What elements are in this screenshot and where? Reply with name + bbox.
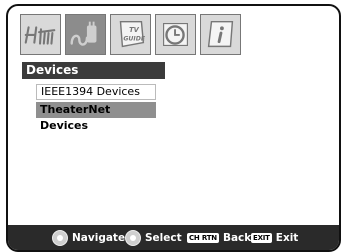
footer-bar: Navigate Select CH RTN Back EXIT Exit — [8, 225, 339, 250]
svg-text:GUIDE: GUIDE — [123, 36, 145, 43]
menu-tabs: TV GUIDE — [12, 10, 335, 60]
tab-info[interactable] — [200, 14, 241, 55]
tab-tv-guide[interactable]: TV GUIDE — [110, 14, 151, 55]
select-label: Select — [145, 231, 182, 244]
svg-text:TV: TV — [129, 26, 140, 34]
navigate-button-icon — [52, 229, 68, 246]
clock-icon — [163, 22, 188, 47]
footer-navigate: Navigate — [52, 229, 125, 246]
back-label: Back — [222, 231, 252, 244]
footer-select: Select — [125, 229, 182, 246]
antenna-icon — [24, 26, 56, 45]
exit-label: Exit — [275, 231, 299, 244]
exit-key-icon: EXIT — [251, 232, 272, 243]
tv-guide-icon: TV GUIDE — [119, 20, 146, 48]
info-icon — [207, 20, 234, 48]
list-item-theaternet[interactable]: TheaterNet Devices — [36, 102, 156, 132]
tv-menu-screen: TV GUIDE Devices IEEE1394 Devices Theate… — [6, 4, 341, 252]
ch-rtn-key-icon: CH RTN — [187, 232, 219, 243]
tab-devices[interactable] — [65, 14, 106, 55]
navigate-label: Navigate — [72, 231, 126, 244]
select-button-icon — [125, 229, 141, 246]
footer-exit: EXIT Exit — [251, 229, 298, 246]
footer-back: CH RTN Back — [187, 229, 251, 246]
panel-title: Devices — [22, 62, 165, 79]
list-item-ieee1394[interactable]: IEEE1394 Devices — [36, 84, 156, 100]
tab-antenna[interactable] — [20, 14, 61, 55]
plug-icon — [70, 21, 97, 46]
tab-clock[interactable] — [155, 14, 196, 55]
devices-list: IEEE1394 Devices TheaterNet Devices — [22, 79, 165, 132]
